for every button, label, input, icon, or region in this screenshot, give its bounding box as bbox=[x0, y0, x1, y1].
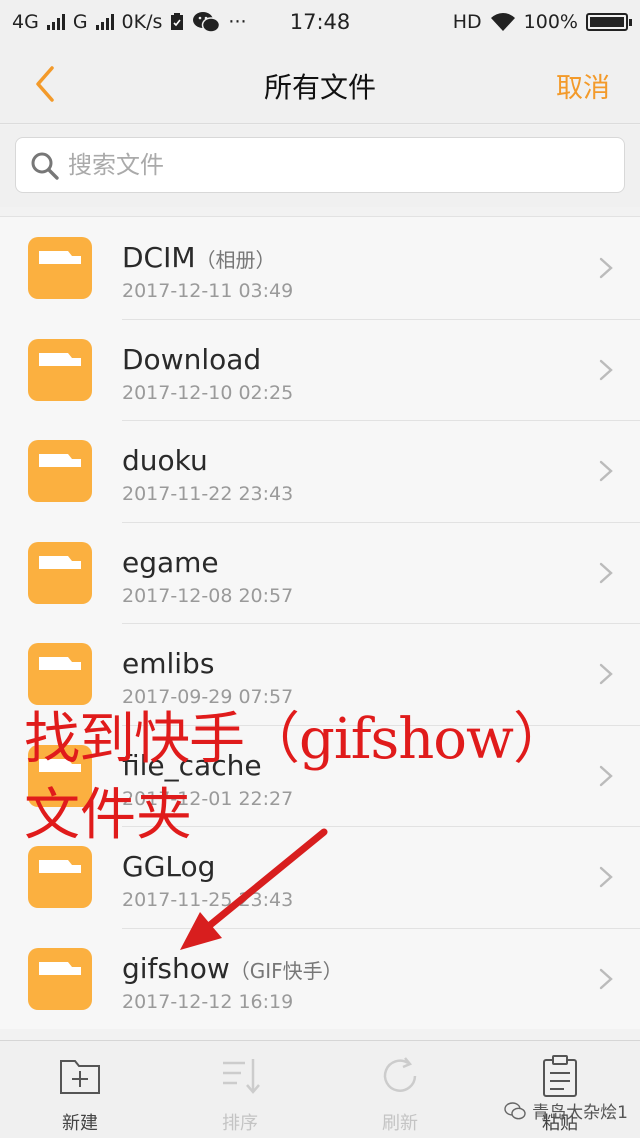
sort-button[interactable]: 排序 bbox=[180, 1053, 300, 1135]
refresh-icon bbox=[383, 1057, 417, 1092]
list-item[interactable]: DCIM（相册） 2017-12-11 03:49 bbox=[0, 217, 640, 319]
bottom-toolbar: 新建 排序 刷新 粘贴 bbox=[0, 1040, 640, 1138]
chevron-right-icon bbox=[599, 359, 613, 380]
file-date: 2017-12-08 20:57 bbox=[122, 584, 294, 607]
folder-icon bbox=[28, 237, 92, 299]
battery-percent: 100% bbox=[523, 11, 578, 33]
cancel-button[interactable]: 取消 bbox=[556, 66, 610, 105]
file-list: DCIM（相册） 2017-12-11 03:49 Download 2017-12-… bbox=[0, 216, 640, 1029]
folder-icon bbox=[28, 846, 92, 908]
chevron-right-icon bbox=[599, 562, 613, 583]
file-name-text: Download bbox=[122, 342, 262, 376]
clipboard-icon bbox=[543, 1055, 577, 1097]
nav-bar: 所有文件 取消 bbox=[0, 46, 640, 124]
status-bar: 4G G 0K/s ··· 17:48 HD 100% bbox=[0, 0, 640, 46]
refresh-button[interactable]: 刷新 bbox=[340, 1053, 460, 1135]
file-name: Download bbox=[122, 343, 261, 376]
search-box[interactable] bbox=[15, 137, 625, 193]
search-bar bbox=[0, 125, 640, 207]
battery-icon bbox=[586, 13, 632, 31]
file-date: 2017-12-10 02:25 bbox=[122, 381, 294, 404]
search-icon bbox=[31, 152, 59, 180]
file-name-text: emlibs bbox=[122, 647, 215, 680]
file-name: DCIM（相册） bbox=[122, 241, 276, 274]
new-label: 新建 bbox=[62, 1113, 98, 1134]
file-name-text: DCIM bbox=[122, 241, 196, 274]
watermark-text: 青岛大杂烩1 bbox=[532, 1103, 628, 1123]
list-item[interactable]: duoku 2017-11-22 23:43 bbox=[0, 420, 640, 522]
file-date: 2017-12-12 16:19 bbox=[122, 990, 294, 1013]
hd-indicator: HD bbox=[452, 11, 482, 33]
list-item[interactable]: Download 2017-12-10 02:25 bbox=[0, 318, 640, 421]
chevron-right-icon bbox=[599, 460, 613, 482]
list-item[interactable]: egame 2017-12-08 20:57 bbox=[0, 521, 640, 624]
wechat-icon bbox=[504, 1101, 526, 1119]
sort-icon bbox=[223, 1059, 260, 1094]
file-alias: （相册） bbox=[195, 248, 276, 272]
sort-label: 排序 bbox=[222, 1113, 258, 1134]
folder-icon bbox=[28, 541, 92, 604]
new-folder-icon bbox=[60, 1060, 100, 1094]
file-alias: （GIF快手） bbox=[229, 958, 343, 983]
refresh-label: 刷新 bbox=[382, 1113, 418, 1134]
annotation-text: 文件夹 bbox=[24, 783, 192, 848]
chevron-right-icon bbox=[599, 257, 613, 279]
folder-icon bbox=[28, 440, 92, 502]
wifi-icon bbox=[490, 13, 515, 31]
search-input[interactable] bbox=[68, 146, 608, 184]
file-date: 2017-11-25 23:43 bbox=[122, 889, 294, 911]
file-name: gifshow（GIF快手） bbox=[122, 952, 343, 985]
file-name-text: duoku bbox=[122, 444, 208, 477]
file-name-text: egame bbox=[122, 545, 219, 579]
new-folder-button[interactable]: 新建 bbox=[20, 1053, 140, 1135]
list-item[interactable]: gifshow（GIF快手） 2017-12-12 16:19 bbox=[0, 927, 640, 1030]
page-title: 所有文件 bbox=[263, 71, 376, 104]
file-name-text: gifshow bbox=[122, 951, 230, 985]
file-name: egame bbox=[122, 546, 219, 579]
watermark: 青岛大杂烩1 bbox=[504, 1098, 628, 1123]
file-name: GGLog bbox=[122, 850, 215, 883]
annotation-text: 找到快手（gifshow） bbox=[24, 707, 569, 772]
chevron-right-icon bbox=[599, 765, 613, 786]
file-name-text: GGLog bbox=[122, 850, 216, 883]
folder-icon bbox=[28, 338, 92, 401]
folder-icon bbox=[28, 947, 92, 1010]
file-date: 2017-12-11 03:49 bbox=[122, 280, 294, 302]
file-date: 2017-11-22 23:43 bbox=[122, 483, 294, 505]
chevron-right-icon bbox=[599, 866, 613, 888]
chevron-right-icon bbox=[599, 968, 613, 989]
file-name: duoku bbox=[122, 444, 208, 477]
chevron-right-icon bbox=[599, 663, 613, 685]
file-name: emlibs bbox=[122, 647, 214, 680]
